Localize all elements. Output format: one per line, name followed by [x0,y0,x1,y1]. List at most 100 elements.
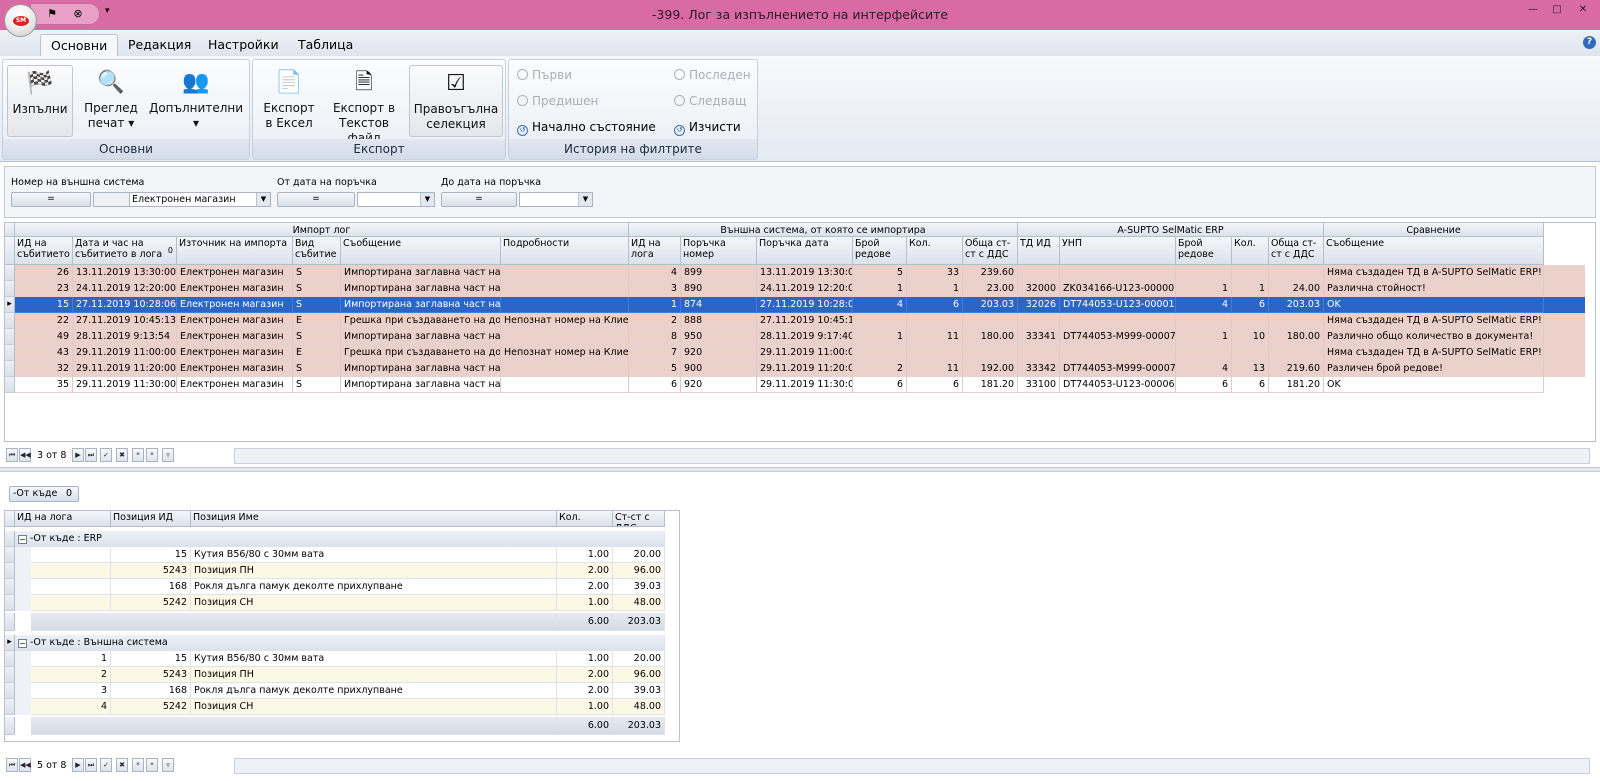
row-indicator[interactable] [5,683,15,699]
nav-delete-icon[interactable]: ✖ [116,758,128,772]
column-header[interactable]: ТД ИД [1018,237,1060,265]
nav-check-icon[interactable]: ✓ [100,758,112,772]
row-indicator[interactable] [5,717,15,735]
tab-settings[interactable]: Настройки [198,34,289,56]
nav-insert-icon[interactable]: * [132,448,144,462]
row-indicator[interactable] [5,329,15,345]
group-row[interactable]: − -От къде : ERP [5,531,681,547]
row-indicator[interactable]: ▸ [5,635,15,651]
group-row[interactable]: ▸ − -От къде : Външна система [5,635,681,651]
to-date-operator-button[interactable]: = [441,192,517,207]
rect-selection-button[interactable]: ☑ Правоъгълна селекция [409,65,503,137]
column-header[interactable]: Кол. [557,511,613,527]
table-row[interactable]: 4 5242 Позиция CH 1.00 48.00 [5,699,681,715]
pane-splitter[interactable] [0,467,1600,472]
row-indicator[interactable] [5,579,15,595]
table-row[interactable]: 49 28.11.2019 9:13:54 Електронен магазин S И… [5,329,1585,345]
help-icon[interactable]: ? [1583,36,1596,49]
table-row[interactable]: 3 168 Рокля дълга памук деколте прихлупван… [5,683,681,699]
table-row[interactable]: 22 27.11.2019 10:45:13 Електронен магазин E… [5,313,1585,329]
table-row[interactable]: ▸ 15 27.11.2019 10:28:06 Електронен магазин… [5,297,1585,313]
row-indicator[interactable]: ▸ [5,297,15,313]
row-indicator[interactable] [5,667,15,683]
table-row[interactable]: 1 15 Кутия B56/80 с 30мм вата 1.00 20.00 [5,651,681,667]
chevron-down-icon[interactable]: ▼ [256,193,270,206]
nav-delete-icon[interactable]: ✖ [116,448,128,462]
nav-append-icon[interactable]: * [146,448,158,462]
column-header[interactable]: Съобщение [341,237,501,265]
table-row[interactable]: 23 24.11.2019 12:20:00 Електронен магазин S… [5,281,1585,297]
column-header[interactable]: Позиция ИД [111,511,191,527]
column-header[interactable]: Подробности [501,237,629,265]
grid1-h-scrollbar[interactable] [234,448,1590,464]
print-preview-button[interactable]: 🔍 Преглед печат ▾ [77,65,145,137]
column-header[interactable]: Брой редове [853,237,907,265]
row-indicator[interactable] [5,265,15,281]
ext-system-select[interactable]: Електронен магазин ▼ [129,192,271,207]
from-date-field[interactable]: ▼ [357,192,435,207]
nav-check-icon[interactable]: ✓ [100,448,112,462]
app-menu-button[interactable]: SM [4,4,37,37]
minimize-icon[interactable]: — [1526,4,1540,16]
tab-main[interactable]: Основни [40,34,119,56]
table-row[interactable]: 35 29.11.2019 11:30:00 Електронен магазин S… [5,377,1585,393]
group-by-chip[interactable]: -От къде 0 [9,486,79,502]
column-header[interactable]: Поръчка номер [681,237,757,265]
nav-append-icon[interactable]: * [146,758,158,772]
column-header[interactable]: ИД на лога [15,511,111,527]
initial-state-button[interactable]: ↺ Начално състояние [517,118,656,136]
last-button[interactable]: Последен [674,66,751,84]
tab-edit[interactable]: Редакция [118,34,201,56]
collapse-icon[interactable]: − [18,639,27,648]
row-indicator[interactable] [5,563,15,579]
nav-last-icon[interactable]: ⏭ [85,448,97,462]
previous-button[interactable]: Предишен [517,92,598,110]
column-header[interactable]: Поръчка дата [757,237,853,265]
tab-table[interactable]: Таблица [288,34,363,56]
row-indicator[interactable] [5,595,15,611]
table-row[interactable]: 168 Рокля дълга памук деколте прихлупване… [5,579,681,595]
from-date-operator-button[interactable]: = [277,192,355,207]
nav-insert-icon[interactable]: * [132,758,144,772]
column-header[interactable]: Брой редове [1176,237,1232,265]
to-date-field[interactable]: ▼ [519,192,593,207]
row-indicator[interactable] [5,531,15,547]
export-excel-button[interactable]: 📄 Експорт в Ексел [257,65,321,137]
column-header[interactable]: Обща ст-ст с ДДС [1269,237,1324,265]
table-row[interactable]: 15 Кутия B56/80 с 30мм вата 1.00 20.00 [5,547,681,563]
row-indicator[interactable] [5,345,15,361]
chevron-down-icon[interactable]: ▼ [420,193,434,206]
nav-filter-icon[interactable]: ▿ [162,758,174,772]
nav-prev-page-icon[interactable]: ◀◀ [19,448,31,462]
grid2-h-scrollbar[interactable] [234,758,1590,774]
table-row[interactable]: 2 5243 Позиция ПН 2.00 96.00 [5,667,681,683]
table-row[interactable]: 5242 Позиция CH 1.00 48.00 [5,595,681,611]
export-text-button[interactable]: 🗎 Експорт в Текстов файл [321,65,407,145]
row-indicator[interactable] [5,281,15,297]
ext-system-code-field[interactable] [93,192,131,207]
nav-prev-page-icon[interactable]: ◀◀ [19,758,31,772]
extra-button[interactable]: 👥 Допълнителни ▾ [147,65,245,137]
row-indicator[interactable] [5,377,15,393]
chevron-down-icon[interactable]: ▼ [578,193,592,206]
column-header[interactable]: Съобщение [1324,237,1544,265]
column-header[interactable]: Вид събитие [293,237,341,265]
nav-next-icon[interactable]: ▶ [72,448,84,462]
column-header[interactable]: Кол. [1232,237,1269,265]
maximize-icon[interactable]: □ [1550,4,1564,16]
row-indicator[interactable] [5,313,15,329]
row-indicator[interactable] [5,547,15,563]
run-button[interactable]: 🏁 Изпълни [7,65,73,137]
column-header[interactable]: Дата и час на събитието в лога 0 [73,237,177,265]
clear-button[interactable]: ↺ Изчисти [674,118,741,136]
column-header[interactable]: Източник на импорта [177,237,293,265]
nav-filter-icon[interactable]: ▿ [162,448,174,462]
column-header[interactable]: Ст-ст с ДДС [613,511,665,527]
nav-first-icon[interactable]: ⏮ [6,448,18,462]
table-row[interactable]: 5243 Позиция ПН 2.00 96.00 [5,563,681,579]
column-header[interactable]: Обща ст-ст с ДДС [963,237,1018,265]
next-button[interactable]: Следващ [674,92,746,110]
column-header[interactable]: Позиция Име [191,511,557,527]
table-row[interactable]: 26 13.11.2019 13:30:00 Електронен магазин S… [5,265,1585,281]
table-row[interactable]: 43 29.11.2019 11:00:00 Електронен магазин E… [5,345,1585,361]
